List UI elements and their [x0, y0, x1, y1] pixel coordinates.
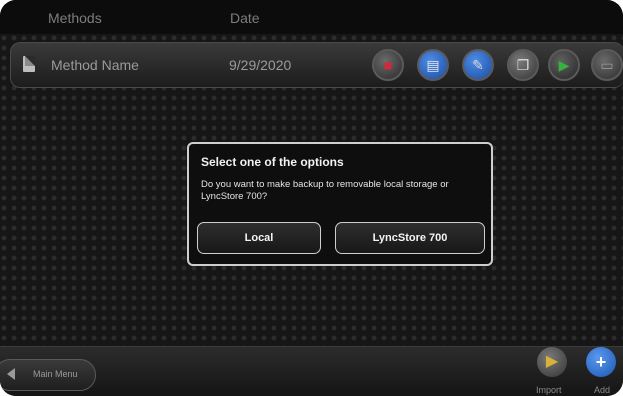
main-menu-label: Main Menu — [33, 369, 78, 379]
main-menu-button[interactable]: Main Menu — [0, 359, 96, 391]
column-header-methods[interactable]: Methods — [48, 10, 102, 26]
edit-button[interactable]: ✎ — [462, 49, 494, 81]
add-button[interactable]: + — [586, 347, 616, 377]
column-header-date[interactable]: Date — [230, 10, 260, 26]
add-label: Add — [594, 385, 611, 395]
back-arrow-icon — [7, 368, 15, 380]
save-button[interactable]: ■ — [372, 49, 404, 81]
trash-icon: ▭ — [600, 57, 614, 73]
run-button[interactable]: ▶ — [548, 49, 580, 81]
method-name: Method Name — [51, 57, 139, 73]
method-row[interactable]: Method Name 9/29/2020 ■ ▤ ✎ ❐ ▶ ▭ — [10, 42, 623, 88]
app-window: Methods Date Method Name 9/29/2020 ■ ▤ ✎… — [0, 0, 623, 396]
floppy-disk-icon: ■ — [383, 57, 393, 73]
plus-icon: + — [595, 352, 607, 372]
local-button[interactable]: Local — [197, 222, 321, 254]
dialog-title: Select one of the options — [201, 155, 344, 169]
import-label: Import — [536, 385, 562, 395]
print-button[interactable]: ▤ — [417, 49, 449, 81]
delete-button[interactable]: ▭ — [591, 49, 623, 81]
play-icon: ▶ — [558, 57, 570, 73]
method-date: 9/29/2020 — [229, 57, 292, 73]
printer-icon: ▤ — [426, 57, 440, 73]
copy-button[interactable]: ❐ — [507, 49, 539, 81]
copy-icon: ❐ — [516, 57, 530, 73]
document-icon — [23, 56, 35, 72]
bottom-toolbar: Main Menu ▶ Import + Add — [0, 346, 623, 396]
backup-options-dialog: Select one of the options Do you want to… — [187, 142, 493, 266]
edit-document-icon: ✎ — [472, 57, 484, 73]
lyncstore-button[interactable]: LyncStore 700 — [335, 222, 485, 254]
folder-import-icon: ▶ — [545, 353, 559, 370]
import-button[interactable]: ▶ — [537, 347, 567, 377]
dialog-message: Do you want to make backup to removable … — [201, 179, 449, 202]
list-header: Methods Date — [0, 0, 623, 34]
